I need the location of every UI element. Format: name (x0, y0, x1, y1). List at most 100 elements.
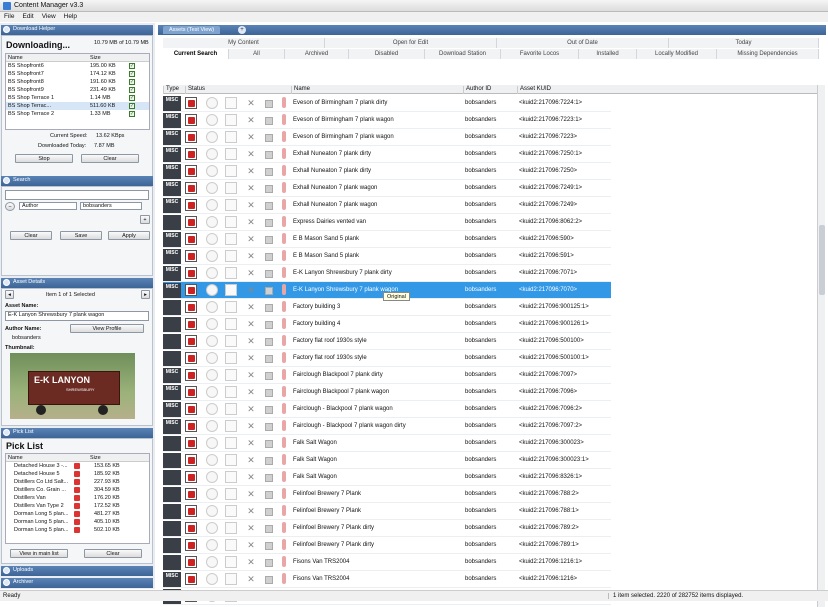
list-item[interactable]: BS Shopfront9 231.49 KB ✓ (6, 86, 149, 94)
view-profile-button[interactable]: View Profile (70, 324, 144, 333)
uploads-header[interactable]: Uploads (1, 566, 153, 576)
col-author[interactable]: Author ID (463, 86, 515, 94)
tab-row2-7[interactable]: Locally Modified (637, 49, 717, 59)
tab-row2-5[interactable]: Favorite Locos (501, 49, 579, 59)
table-row[interactable]: MISC ✕ E B Mason Sand 5 plank bobsanders <ku… (163, 248, 611, 265)
list-item[interactable]: Distillers Co. Grain ... 304.59 KB (6, 486, 149, 494)
menu-help[interactable]: Help (60, 12, 81, 21)
stop-button[interactable]: Stop (15, 154, 73, 163)
download-list[interactable]: Name Size BS Shopfront6 195.00 KB ✓ BS Shopf… (5, 53, 150, 130)
table-row[interactable]: MISC ✕ E B Mason Sand 5 plank bobsanders <ku… (163, 231, 611, 248)
clear-pick-list-button[interactable]: Clear (84, 549, 142, 558)
menu-view[interactable]: View (38, 12, 60, 21)
list-item[interactable]: Distillers Van Type 2 172.52 KB (6, 502, 149, 510)
table-row[interactable]: ✕ Factory building 3 bobsanders <kuid2:2170… (163, 299, 611, 316)
col-type[interactable]: Type (163, 86, 183, 94)
checkbox-icon[interactable]: ✓ (129, 71, 135, 77)
collapse-icon[interactable] (3, 26, 10, 33)
add-view-icon[interactable]: + (238, 26, 246, 34)
tab-row2-2[interactable]: Archived (285, 49, 349, 59)
table-row[interactable]: ✕ Felinfoel Brewery 7 Plank dirty bobsande… (163, 520, 611, 537)
checkbox-icon[interactable]: ✓ (129, 63, 135, 69)
checkbox-icon[interactable]: ✓ (129, 103, 135, 109)
table-row[interactable]: ✕ Factory flat roof 1930s style bobsanders… (163, 350, 611, 367)
table-row[interactable]: ✕ Fisons Van TRS2004 bobsanders <kuid2:2170… (163, 554, 611, 571)
col-name[interactable]: Name (291, 86, 463, 94)
next-asset-button[interactable]: ▸ (141, 290, 150, 299)
apply-search-button[interactable]: Apply (108, 231, 150, 240)
table-row[interactable]: ✕ Felinfoel Brewery 7 Plank bobsanders <kui… (163, 503, 611, 520)
table-row[interactable]: MISC ✕ Fairclough Blackpool 7 plank dirty b… (163, 367, 611, 384)
table-row[interactable]: MISC ✕ Exhall Nuneaton 7 plank dirty bobsan… (163, 146, 611, 163)
asset-grid[interactable]: Type Status Name Author ID Asset KUID MI… (163, 85, 825, 607)
checkbox-icon[interactable]: ✓ (129, 111, 135, 117)
list-item[interactable]: Detached House 5 185.92 KB (6, 470, 149, 478)
tab-row2-3[interactable]: Disabled (349, 49, 425, 59)
checkbox-icon[interactable]: ✓ (129, 87, 135, 93)
search-input[interactable] (5, 190, 149, 200)
list-item[interactable]: BS Shop Terrace 2 1.33 MB ✓ (6, 110, 149, 118)
col-kuid[interactable]: Asset KUID (517, 86, 817, 94)
collapse-icon[interactable] (3, 279, 10, 286)
expand-icon[interactable] (3, 579, 10, 586)
tab-row2-1[interactable]: All (229, 49, 285, 59)
table-row[interactable]: MISC ✕ Exhall Nuneaton 7 plank wagon bobsan… (163, 197, 611, 214)
tab-row1-1[interactable]: Open for Edit (325, 38, 497, 48)
checkbox-icon[interactable]: ✓ (129, 79, 135, 85)
table-row[interactable]: MISC ✕ Exhall Nuneaton 7 plank dirty bobsan… (163, 163, 611, 180)
scrollbar-thumb[interactable] (819, 225, 825, 295)
col-size[interactable]: Size (90, 455, 101, 461)
tab-row2-6[interactable]: Installed (579, 49, 637, 59)
tab-row1-3[interactable]: Today (669, 38, 819, 48)
search-header[interactable]: Search (1, 176, 153, 186)
list-item[interactable]: BS Shopfront8 191.60 KB ✓ (6, 78, 149, 86)
table-row[interactable]: ✕ Falk Salt Wagon bobsanders <kuid2:217096:… (163, 452, 611, 469)
table-row[interactable]: MISC ✕ Fairclough Blackpool 7 plank wagon b… (163, 384, 611, 401)
tab-row1-0[interactable]: My Content (163, 38, 325, 48)
list-item[interactable]: Dorman Long 5 plan... 481.27 KB (6, 510, 149, 518)
asset-details-header[interactable]: Asset Details (1, 278, 153, 288)
checkbox-icon[interactable]: ✓ (129, 95, 135, 101)
archiver-header[interactable]: Archiver (1, 578, 153, 588)
download-helper-header[interactable]: Download Helper (1, 25, 153, 35)
list-item[interactable]: BS Shop Terrac... 511.60 KB ✓ (6, 102, 149, 110)
col-size[interactable]: Size (90, 55, 101, 61)
list-item[interactable]: Dorman Long 5 plan... 502.10 KB (6, 526, 149, 534)
collapse-icon[interactable] (3, 429, 10, 436)
table-row[interactable]: MISC ✕ E-K Lanyon Shrewsbury 7 plank dirty… (163, 265, 611, 282)
table-row[interactable]: ✕ Falk Salt Wagon bobsanders <kuid2:217096:… (163, 435, 611, 452)
clear-download-button[interactable]: Clear (81, 154, 139, 163)
pick-list-header[interactable]: Pick List (1, 428, 153, 438)
list-item[interactable]: Dorman Long 5 plan... 405.10 KB (6, 518, 149, 526)
table-row[interactable]: ✕ Felinfoel Brewery 7 Plank dirty bobsande… (163, 537, 611, 554)
add-filter-button[interactable]: + (140, 215, 150, 224)
col-name[interactable]: Name (8, 55, 23, 61)
table-row[interactable]: MISC ✕ Fairclough - Blackpool 7 plank wago… (163, 401, 611, 418)
grid-scrollbar[interactable] (817, 85, 825, 607)
col-status[interactable]: Status (185, 86, 289, 94)
prev-asset-button[interactable]: ◂ (5, 290, 14, 299)
table-row[interactable]: MISC ✕ Fisons Van TRS2004 bobsanders <kuid2:… (163, 571, 611, 588)
table-row[interactable]: MISC ✕ Eveson of Birmingham 7 plank dirty b… (163, 95, 611, 112)
table-row[interactable]: MISC ✕ Eveson of Birmingham 7 plank wagon b… (163, 112, 611, 129)
assets-view-tab[interactable]: Assets (Test View) (163, 26, 221, 34)
col-name[interactable]: Name (8, 455, 23, 461)
filter-field-select[interactable]: Author (19, 202, 77, 210)
table-row[interactable]: ✕ Falk Salt Wagon bobsanders <kuid2:217096:… (163, 469, 611, 486)
expand-icon[interactable] (3, 567, 10, 574)
tab-row2-0[interactable]: Current Search (163, 49, 229, 59)
tab-row2-4[interactable]: Download Station (425, 49, 501, 59)
asset-name-field[interactable]: E-K Lanyon Shrewsbury 7 plank wagon (5, 311, 149, 321)
tab-row2-8[interactable]: Missing Dependencies (717, 49, 819, 59)
table-row[interactable]: ✕ Felinfoel Brewery 7 Plank bobsanders <kui… (163, 486, 611, 503)
list-item[interactable]: Distillers Co Ltd Salt... 227.93 KB (6, 478, 149, 486)
list-item[interactable]: BS Shopfront6 195.00 KB ✓ (6, 62, 149, 70)
menu-edit[interactable]: Edit (18, 12, 37, 21)
table-row[interactable]: ✕ Factory flat roof 1930s style bobsanders… (163, 333, 611, 350)
collapse-icon[interactable] (3, 177, 10, 184)
list-item[interactable]: BS Shop Terrace 1 1.14 MB ✓ (6, 94, 149, 102)
pick-list[interactable]: Name Size Detached House 3 -... 153.65 KB D… (5, 453, 150, 544)
list-item[interactable]: BS Shopfront7 174.12 KB ✓ (6, 70, 149, 78)
menu-file[interactable]: File (0, 12, 18, 21)
filter-value-input[interactable]: bobsanders (80, 202, 142, 210)
